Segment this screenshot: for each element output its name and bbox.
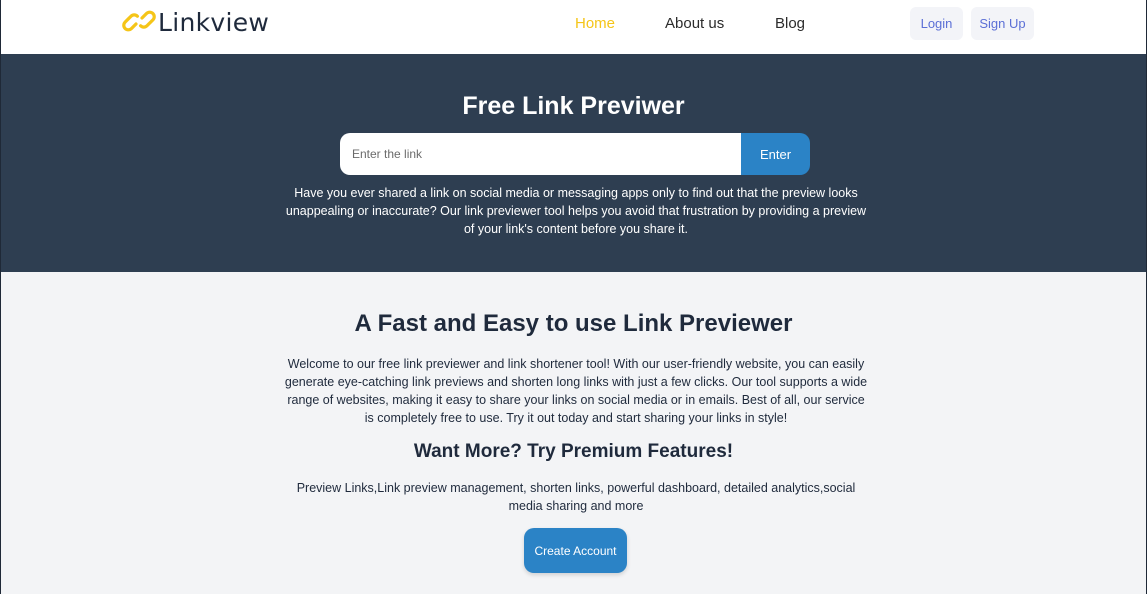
link-search-form: Enter xyxy=(340,133,810,175)
nav-home-link[interactable]: Home xyxy=(575,15,615,32)
hero-title: Free Link Previwer xyxy=(462,92,685,120)
site-header: Linkview Home About us Blog Login Sign U… xyxy=(1,0,1146,54)
features-description: Welcome to our free link previewer and l… xyxy=(284,357,868,425)
brand-logo[interactable]: Linkview xyxy=(122,4,269,38)
chain-link-icon xyxy=(122,10,156,32)
signup-button[interactable]: Sign Up xyxy=(971,7,1034,40)
create-account-button[interactable]: Create Account xyxy=(524,528,627,573)
enter-button[interactable]: Enter xyxy=(741,133,810,175)
premium-title: Want More? Try Premium Features! xyxy=(413,441,734,462)
link-input[interactable] xyxy=(340,133,742,175)
premium-description: Preview Links,Link preview management, s… xyxy=(296,481,856,513)
features-section: A Fast and Easy to use Link Previewer We… xyxy=(1,272,1146,594)
features-title: A Fast and Easy to use Link Previewer xyxy=(354,310,793,337)
brand-name: Linkview xyxy=(158,7,270,37)
hero-section: Free Link Previwer Enter Have you ever s… xyxy=(1,54,1146,272)
nav-about-link[interactable]: About us xyxy=(665,15,724,32)
login-button[interactable]: Login xyxy=(910,7,963,40)
hero-description: Have you ever shared a link on social me… xyxy=(285,186,867,236)
nav-blog-link[interactable]: Blog xyxy=(775,15,805,32)
